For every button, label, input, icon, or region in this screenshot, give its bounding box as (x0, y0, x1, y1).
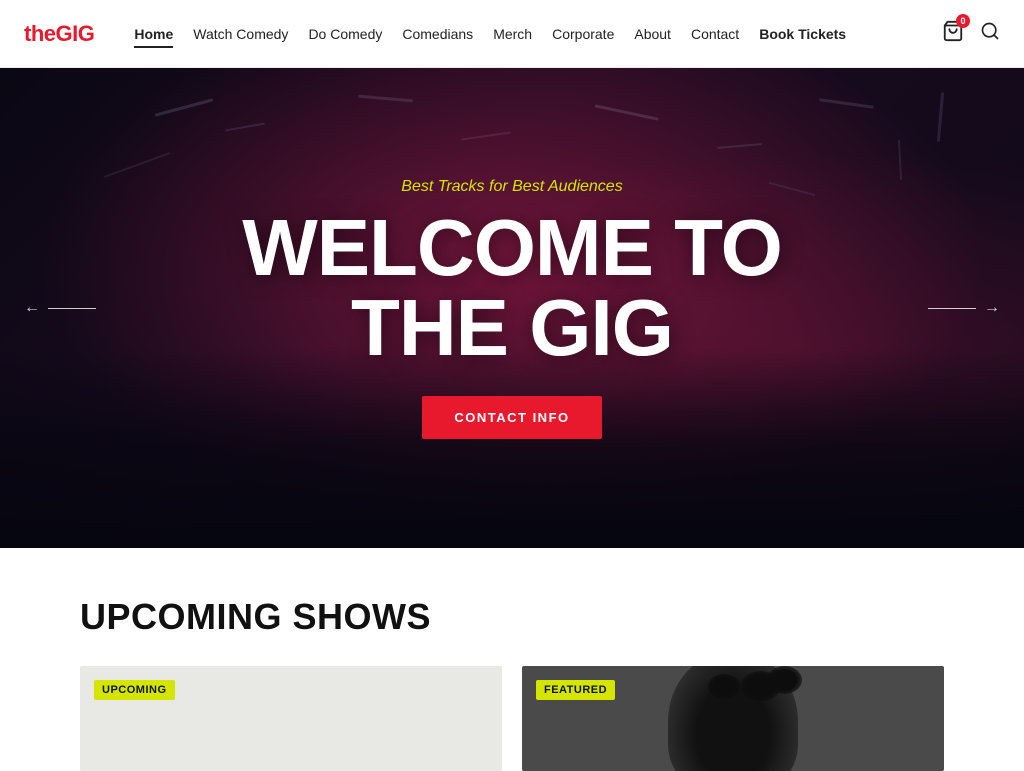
hair-curl-2 (767, 666, 802, 694)
main-nav: Home Watch Comedy Do Comedy Comedians Me… (94, 22, 942, 46)
site-logo[interactable]: theGIG (24, 21, 94, 47)
left-arrow-glyph: ← (24, 299, 40, 317)
hero-subtitle: Best Tracks for Best Audiences (401, 178, 622, 196)
nav-item-comedians[interactable]: Comedians (394, 22, 481, 46)
hero-title-line2: THE GIG (351, 283, 673, 372)
nav-item-book-tickets[interactable]: Book Tickets (751, 22, 854, 46)
nav-item-contact[interactable]: Contact (683, 22, 747, 46)
nav-item-corporate[interactable]: Corporate (544, 22, 622, 46)
nav-item-do-comedy[interactable]: Do Comedy (300, 22, 390, 46)
search-button[interactable] (980, 21, 1000, 46)
hero-cta-button[interactable]: CONTACT INFO (422, 396, 601, 439)
right-arrow-bar (928, 308, 976, 309)
cart-badge: 0 (956, 14, 970, 28)
site-header: theGIG Home Watch Comedy Do Comedy Comed… (0, 0, 1024, 68)
nav-item-watch-comedy[interactable]: Watch Comedy (185, 22, 296, 46)
hero-section: Best Tracks for Best Audiences WELCOME T… (0, 68, 1024, 548)
hero-next-button[interactable]: → (928, 299, 1000, 317)
nav-item-home[interactable]: Home (126, 22, 181, 46)
show-card-1[interactable]: UPCOMING (80, 666, 502, 771)
right-arrow-glyph: → (984, 299, 1000, 317)
nav-item-about[interactable]: About (626, 22, 679, 46)
upcoming-shows-title: UPCOMING SHOWS (80, 596, 944, 638)
logo-prefix: the (24, 21, 56, 46)
hero-title-line1: WELCOME TO (242, 203, 782, 292)
hero-prev-button[interactable]: ← (24, 299, 96, 317)
nav-item-merch[interactable]: Merch (485, 22, 540, 46)
show-card-1-badge: UPCOMING (94, 680, 175, 700)
header-icons: 0 (942, 20, 1000, 47)
left-arrow-bar (48, 308, 96, 309)
hero-content: Best Tracks for Best Audiences WELCOME T… (0, 68, 1024, 548)
shows-grid: UPCOMING FEATURED (80, 666, 944, 771)
right-arrow-icon: → (928, 299, 1000, 317)
hair-curl-3 (708, 674, 740, 699)
logo-brand: GIG (56, 21, 95, 46)
upcoming-shows-section: UPCOMING SHOWS UPCOMING FEATURED (0, 548, 1024, 771)
show-card-2-badge: FEATURED (536, 680, 615, 700)
cart-button[interactable]: 0 (942, 20, 964, 47)
left-arrow-icon: ← (24, 299, 96, 317)
hero-title: WELCOME TO THE GIG (242, 208, 782, 368)
show-card-2[interactable]: FEATURED (522, 666, 944, 771)
